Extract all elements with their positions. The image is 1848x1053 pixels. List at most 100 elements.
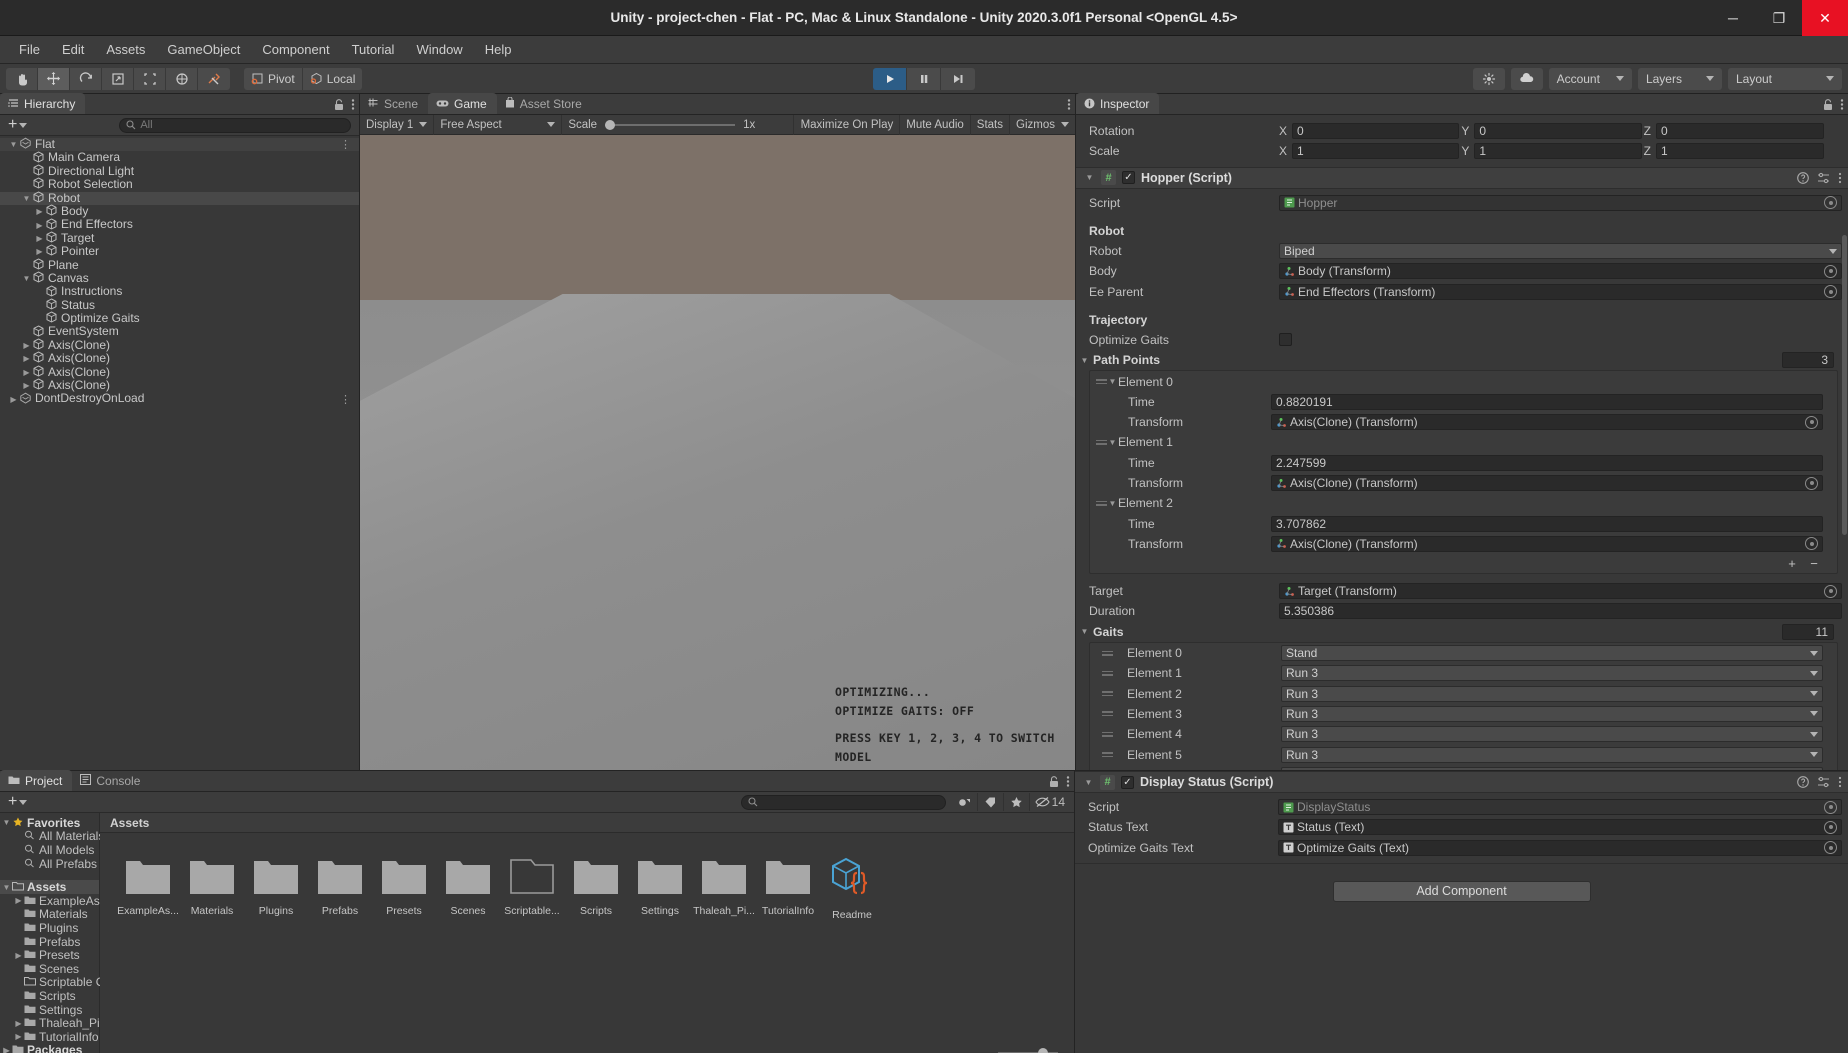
project-tree-item[interactable]: All Prefabs [0,857,99,871]
display-dropdown[interactable]: Display 1 [360,114,435,135]
expand-arrow-icon[interactable]: ▶ [13,896,24,905]
path-point-time-input[interactable]: 3.707862 [1271,515,1823,532]
gizmos-dropdown[interactable]: Gizmos [1010,115,1075,135]
menu-help[interactable]: Help [474,36,523,64]
hierarchy-item[interactable]: ▼ Flat ⋮ [0,137,359,152]
hierarchy-item[interactable]: ▼ Robot [0,191,359,205]
project-tree-item[interactable]: ▶ Presets [0,948,99,962]
object-picker-icon[interactable] [1824,820,1837,834]
drag-handle-icon[interactable] [1102,691,1113,697]
hierarchy-item[interactable]: ▶ Pointer [0,244,359,258]
project-tree-item[interactable]: ▼ Favorites [0,816,99,830]
gaits-header[interactable]: ▼ Gaits 11 [1076,622,1848,642]
menu-file[interactable]: File [8,36,51,64]
inspector-content[interactable]: Rotation X0 Y0 Z0 Scale X1 Y1 Z1 ▼ # ✓ H… [1076,115,1848,770]
gait-value-dropdown[interactable]: Run 3 [1281,726,1823,743]
project-tree-item[interactable]: Scriptable O [0,975,105,989]
stats-button[interactable]: Stats [971,114,1011,135]
tab-asset-store[interactable]: Asset Store [497,93,592,114]
expand-arrow-icon[interactable]: ▼ [1084,173,1095,182]
expand-arrow-icon[interactable]: ▶ [21,341,32,350]
gait-value-dropdown[interactable]: Run 3 [1281,766,1823,770]
expand-arrow-icon[interactable]: ▼ [1083,778,1094,787]
object-picker-icon[interactable] [1824,264,1837,278]
object-picker-icon[interactable] [1805,537,1818,551]
project-tree-item[interactable]: Plugins [0,921,99,935]
asset-item[interactable]: Presets [372,857,436,917]
scale-control[interactable]: Scale 1x [562,114,795,135]
expand-arrow-icon[interactable]: ▶ [13,951,24,960]
cloud-icon[interactable] [1510,67,1543,90]
tab-hierarchy[interactable]: Hierarchy [0,93,86,114]
path-point-time-input[interactable]: 2.247599 [1271,454,1823,471]
gait-value-dropdown[interactable]: Run 3 [1281,705,1823,722]
project-tree-item[interactable]: ▶ Packages [0,1043,99,1053]
drag-handle-icon[interactable] [1102,752,1113,758]
favorites-star-icon[interactable] [1004,793,1030,811]
step-button[interactable] [941,67,975,90]
gait-value-dropdown[interactable]: Run 3 [1281,746,1823,763]
tab-console[interactable]: Console [72,770,150,791]
rotation-row-z-input[interactable]: 0 [1656,123,1824,140]
hierarchy-item[interactable]: ▶ Axis(Clone) [0,378,359,392]
expand-arrow-icon[interactable]: ▼ [21,274,32,283]
hierarchy-item[interactable]: ▶ Axis(Clone) [0,338,359,352]
expand-arrow-icon[interactable]: ▼ [1079,356,1090,365]
hopper-component-header[interactable]: ▼ # ✓ Hopper (Script) [1076,166,1848,189]
asset-item[interactable]: ExampleAs... [116,857,180,917]
menu-component[interactable]: Component [251,36,340,64]
hand-tool-button[interactable] [6,67,38,90]
light-settings-icon[interactable] [1472,67,1505,90]
expand-arrow-icon[interactable]: ▶ [1,1046,12,1053]
project-tree-item[interactable]: ▶ ExampleAss [0,894,105,908]
hierarchy-item[interactable]: Optimize Gaits [0,311,359,325]
rotation-row-y-input[interactable]: 0 [1474,123,1642,140]
expand-arrow-icon[interactable]: ▼ [1107,499,1118,508]
ds-script-row-value[interactable]: DisplayStatus [1278,799,1842,816]
hidden-assets-count[interactable]: 14 [1030,793,1070,811]
drag-handle-icon[interactable] [1096,379,1107,385]
drag-handle-icon[interactable] [1096,500,1107,506]
project-search-input[interactable] [741,794,946,810]
rotate-tool-button[interactable] [70,67,102,90]
asset-item[interactable]: Thaleah_Pi... [692,857,756,917]
play-button[interactable] [873,67,907,90]
more-options-icon[interactable] [1838,776,1842,788]
menu-assets[interactable]: Assets [95,36,156,64]
project-tree-item[interactable]: ▼ Assets [0,880,99,894]
remove-path-point-button[interactable]: − [1805,556,1823,571]
scale-row-x-input[interactable]: 1 [1292,143,1460,160]
hierarchy-item[interactable]: Plane [0,258,359,272]
lock-icon[interactable] [1823,98,1833,111]
account-dropdown[interactable]: Account [1548,67,1632,90]
rect-tool-button[interactable] [134,67,166,90]
transform-tool-button[interactable] [166,67,198,90]
expand-arrow-icon[interactable]: ▶ [13,1019,24,1028]
object-picker-icon[interactable] [1824,196,1837,210]
optimize-gaits-text-row-value[interactable]: Optimize Gaits (Text) [1278,839,1842,856]
lock-icon[interactable] [334,98,344,111]
more-options-icon[interactable] [1067,98,1071,111]
more-options-icon[interactable] [1840,98,1844,111]
expand-arrow-icon[interactable]: ▶ [34,234,45,243]
asset-item[interactable]: Scriptable... [500,857,564,917]
expand-arrow-icon[interactable]: ▼ [1107,377,1118,386]
body-row-value[interactable]: Body (Transform) [1279,263,1842,280]
project-tree-item[interactable]: ▶ TutorialInfo [0,1030,99,1044]
scale-row-z-input[interactable]: 1 [1656,143,1824,160]
expand-arrow-icon[interactable]: ▼ [1,883,12,892]
add-path-point-button[interactable]: + [1783,556,1801,571]
project-tree-item[interactable]: ▶ Thaleah_Pi [0,1016,99,1030]
project-tree-item[interactable]: Settings [0,1003,99,1017]
script-row-value[interactable]: Hopper [1279,194,1842,211]
hierarchy-tree[interactable]: ▼ Flat ⋮ Main Camera Directional Light Ro… [0,136,359,770]
layout-dropdown[interactable]: Layout [1727,67,1842,90]
hierarchy-item[interactable]: ▶ DontDestroyOnLoad ⋮ [0,392,359,406]
tab-scene[interactable]: Scene [360,93,428,114]
gaits-count[interactable]: 11 [1782,623,1834,640]
project-tree-item[interactable]: Prefabs [0,935,99,949]
scale-row-y-input[interactable]: 1 [1474,143,1642,160]
close-button[interactable]: ✕ [1802,0,1848,36]
preset-icon[interactable] [1817,776,1830,788]
preset-icon[interactable] [1817,172,1830,184]
